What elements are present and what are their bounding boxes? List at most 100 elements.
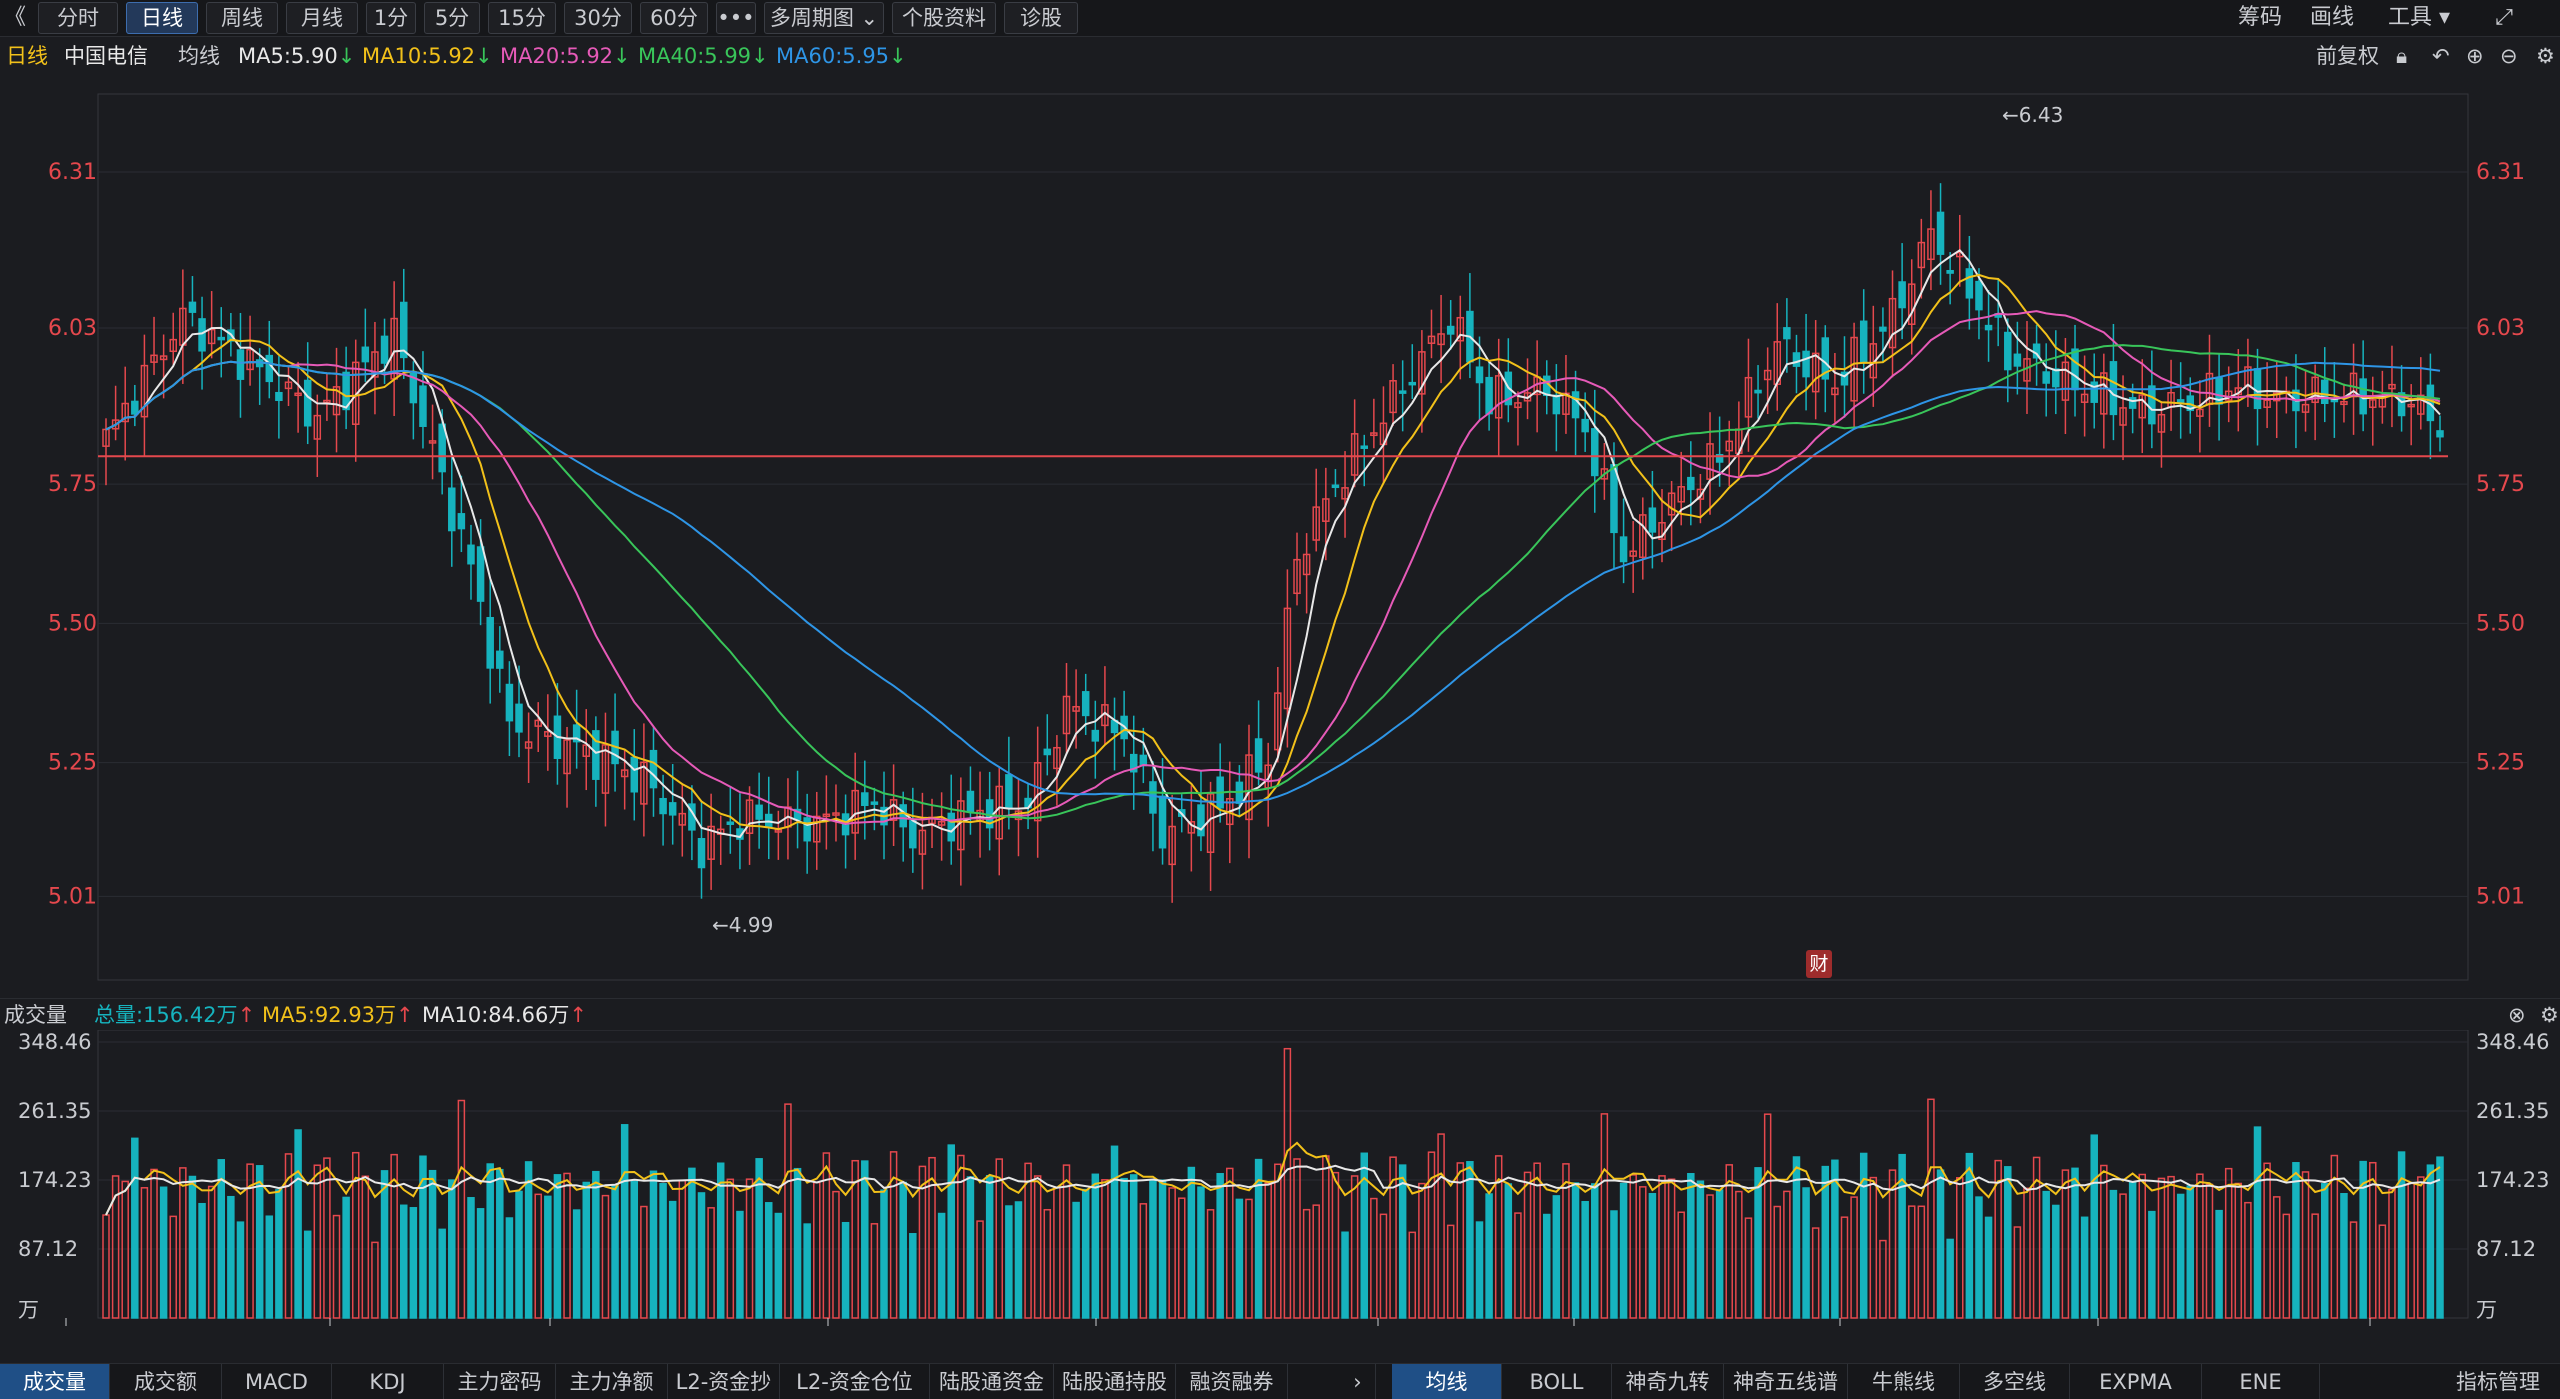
volume-bar — [1350, 1175, 1359, 1319]
volume-ma5-line — [105, 1141, 2441, 1216]
volume-bar — [937, 1212, 946, 1319]
indicator-tab[interactable]: L2-资金抄底 — [668, 1364, 780, 1399]
volume-bar — [1888, 1169, 1897, 1319]
candle-body — [2013, 353, 2022, 367]
volume-bar — [2253, 1126, 2262, 1319]
volume-bar — [2311, 1213, 2319, 1319]
indicator-tab[interactable]: 主力净额 — [556, 1364, 668, 1399]
gear-icon[interactable]: ⚙ — [2540, 999, 2559, 1031]
indicator-tab[interactable]: L2-资金仓位 — [780, 1364, 930, 1399]
candle-body — [1552, 394, 1561, 415]
volume-tick-left: 87.12 — [18, 1237, 78, 1261]
indicator-tab[interactable]: 陆股通持股 — [1054, 1364, 1176, 1399]
scroll-right-icon[interactable]: › — [1340, 1364, 1376, 1399]
volume-bar — [620, 1124, 629, 1319]
volume-bar — [1542, 1213, 1551, 1319]
overlay-tab[interactable]: 均线 — [1392, 1364, 1502, 1399]
volume-bar — [2080, 1216, 2089, 1319]
candle-body — [496, 650, 504, 669]
candle-body — [1687, 476, 1695, 491]
candle-body — [275, 391, 283, 402]
volume-bar — [1610, 1210, 1618, 1319]
volume-bar — [832, 1190, 840, 1319]
overlay-tab[interactable]: 神奇五线谱 — [1724, 1364, 1848, 1399]
overlay-tab[interactable]: 神奇九转 — [1612, 1364, 1724, 1399]
overlay-tab[interactable]: ENE — [2202, 1364, 2320, 1399]
indicator-tab[interactable]: 融资融券 — [1176, 1364, 1288, 1399]
volume-bar — [601, 1194, 610, 1319]
volume-bar — [1379, 1213, 1388, 1319]
volume-bar — [2301, 1171, 2310, 1319]
volume-bar — [813, 1181, 821, 1319]
indicator-tab[interactable]: 主力密码 — [444, 1364, 556, 1399]
overlay-tab[interactable]: 牛熊线 — [1848, 1364, 1960, 1399]
volume-tick-right: 261.35 — [2476, 1099, 2549, 1123]
volume-title: 成交量 — [4, 1003, 67, 1027]
finance-badge[interactable]: 财 — [1806, 950, 1832, 978]
candle-body — [2148, 385, 2156, 425]
volume-bar — [1418, 1182, 1426, 1319]
volume-bar — [1197, 1186, 1205, 1319]
candle-body — [1005, 774, 1013, 809]
kline-chart[interactable]: 6.31 6.31 6.03 6.03 5.75 5.75 5.50 5.50 5.25 5.25… — [0, 0, 2560, 1329]
indicator-management-button[interactable]: 指标管理 — [2436, 1364, 2560, 1399]
volume-bar — [2052, 1204, 2060, 1319]
volume-bar — [764, 1202, 773, 1319]
volume-bar — [880, 1189, 888, 1319]
ma10-line — [105, 273, 2441, 831]
volume-bar — [169, 1215, 177, 1319]
volume-bar — [236, 1221, 245, 1319]
volume-bar — [2292, 1162, 2300, 1319]
overlay-tab[interactable]: BOLL — [1502, 1364, 1612, 1399]
candle-body — [1984, 324, 1993, 331]
y-tick-label-right: 6.03 — [2476, 316, 2525, 341]
volume-bar — [457, 1099, 466, 1319]
y-tick-label-left: 6.31 — [48, 160, 97, 185]
volume-bar — [2042, 1190, 2050, 1319]
indicator-tab[interactable]: MACD — [222, 1364, 332, 1399]
volume-bar — [2426, 1164, 2435, 1319]
volume-bar — [2407, 1182, 2415, 1319]
volume-bar — [1850, 1196, 1858, 1319]
indicator-tab[interactable]: 成交额 — [110, 1364, 222, 1399]
indicator-tab[interactable]: 成交量 — [0, 1364, 110, 1399]
volume-bar — [1514, 1212, 1522, 1319]
volume-bar — [2349, 1221, 2358, 1319]
volume-bar — [899, 1181, 907, 1319]
overlay-tab[interactable]: 多空线 — [1960, 1364, 2070, 1399]
candle-body — [1475, 366, 1484, 384]
close-icon[interactable]: ⊗ — [2508, 999, 2526, 1031]
volume-bar — [736, 1210, 744, 1319]
volume-tick-right: 174.23 — [2476, 1168, 2549, 1192]
volume-bar — [1907, 1205, 1916, 1319]
candle-body — [2052, 368, 2060, 388]
y-tick-label-left: 5.01 — [48, 884, 97, 909]
volume-bar — [1293, 1158, 1301, 1319]
volume-bar — [1139, 1203, 1148, 1319]
candle-body — [1648, 507, 1657, 533]
candle-body — [2320, 379, 2329, 404]
indicator-tab[interactable]: KDJ — [332, 1364, 444, 1399]
candle-body — [1446, 325, 1455, 335]
candle-body — [2128, 397, 2137, 409]
overlay-tab[interactable]: EXPMA — [2070, 1364, 2202, 1399]
volume-bar — [2167, 1175, 2175, 1319]
volume-bar — [1735, 1190, 1743, 1319]
volume-bar — [2340, 1193, 2348, 1319]
volume-bar — [1504, 1183, 1513, 1319]
volume-bar — [784, 1103, 792, 1319]
volume-bar — [1091, 1173, 1100, 1319]
volume-tick-left: 261.35 — [18, 1099, 91, 1123]
indicator-tab[interactable]: 陆股通资金 — [930, 1364, 1054, 1399]
volume-bar — [1917, 1205, 1926, 1319]
candle-body — [217, 336, 226, 341]
volume-bar — [1783, 1190, 1791, 1319]
volume-bar — [1639, 1186, 1647, 1319]
price-panel-frame — [97, 93, 2469, 981]
ma40-line — [105, 344, 2441, 820]
candle-body — [1975, 280, 1983, 311]
volume-bar — [1062, 1164, 1071, 1319]
volume-bar — [1581, 1200, 1589, 1319]
candle-body — [486, 616, 494, 669]
volume-bar — [1302, 1208, 1311, 1319]
